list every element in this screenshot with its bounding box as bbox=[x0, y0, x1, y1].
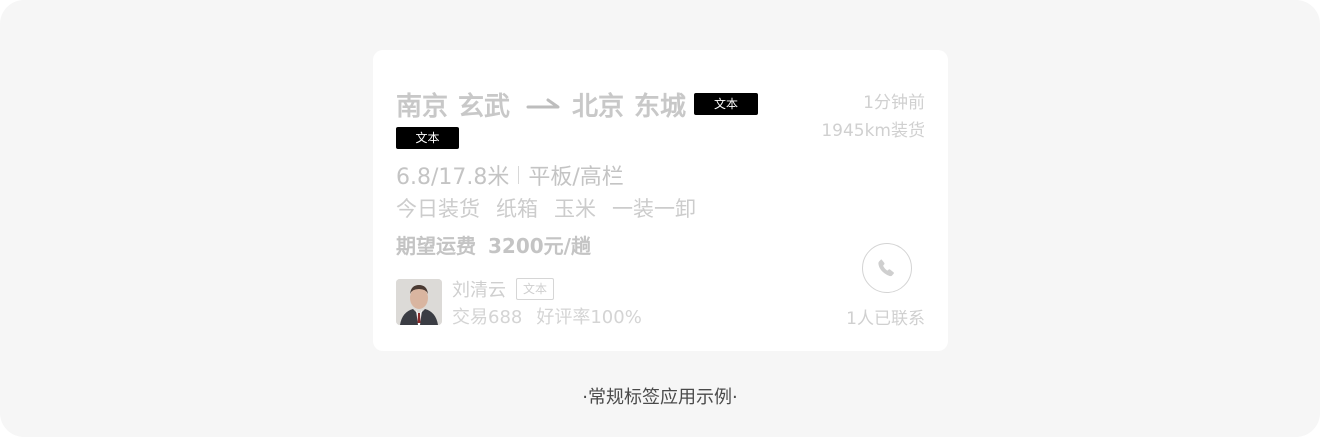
expected-price: 期望运费 3200元/趟 bbox=[396, 230, 591, 258]
goods-item: 玉米 bbox=[554, 197, 596, 221]
truck-type: 平板/高栏 bbox=[528, 165, 624, 190]
caption: ·常规标签应用示例· bbox=[582, 387, 738, 408]
spec-divider bbox=[518, 166, 520, 184]
user-name: 刘清云 bbox=[452, 280, 506, 301]
goods-item: 一装一卸 bbox=[612, 197, 696, 221]
destination-district: 东城 bbox=[634, 91, 687, 122]
phone-icon bbox=[878, 259, 894, 277]
route-tag: 文本 bbox=[694, 93, 759, 115]
origin-district: 玄武 bbox=[458, 91, 511, 122]
truck-length: 6.8/17.8米 bbox=[396, 165, 510, 190]
second-row-tag: 文本 bbox=[396, 127, 459, 149]
posted-time: 1分钟前 bbox=[863, 93, 925, 113]
user-stats: 交易688 好评率100% bbox=[452, 304, 642, 328]
person-photo-icon bbox=[396, 279, 442, 325]
goods-item: 纸箱 bbox=[496, 197, 538, 221]
goods-info: 今日装货 纸箱 玉米 一装一卸 bbox=[396, 194, 712, 222]
avatar[interactable] bbox=[396, 279, 442, 325]
origin-city: 南京 bbox=[396, 91, 449, 122]
contacted-count: 1人已联系 bbox=[846, 309, 925, 329]
canvas: 南京 玄武 北京 东城 文本 文本 1分钟前 1945km装货 6.8/17.8… bbox=[0, 0, 1320, 437]
loading-distance: 1945km装货 bbox=[821, 121, 925, 141]
call-button[interactable] bbox=[862, 243, 912, 293]
arrow-right-icon bbox=[526, 98, 560, 109]
destination-city: 北京 bbox=[572, 91, 625, 122]
route-title: 南京 玄武 北京 东城 文本 bbox=[396, 86, 759, 122]
user-tag: 文本 bbox=[516, 278, 554, 300]
goods-item: 今日装货 bbox=[396, 197, 480, 221]
truck-spec: 6.8/17.8米 平板/高栏 bbox=[396, 160, 624, 190]
price-value: 3200元/趟 bbox=[488, 233, 591, 258]
user-trades: 交易688 bbox=[452, 307, 523, 328]
user-name-row: 刘清云 文本 bbox=[452, 276, 554, 302]
user-rating: 好评率100% bbox=[536, 307, 642, 328]
price-label: 期望运费 bbox=[396, 233, 476, 258]
freight-card[interactable]: 南京 玄武 北京 东城 文本 文本 1分钟前 1945km装货 6.8/17.8… bbox=[373, 50, 948, 351]
